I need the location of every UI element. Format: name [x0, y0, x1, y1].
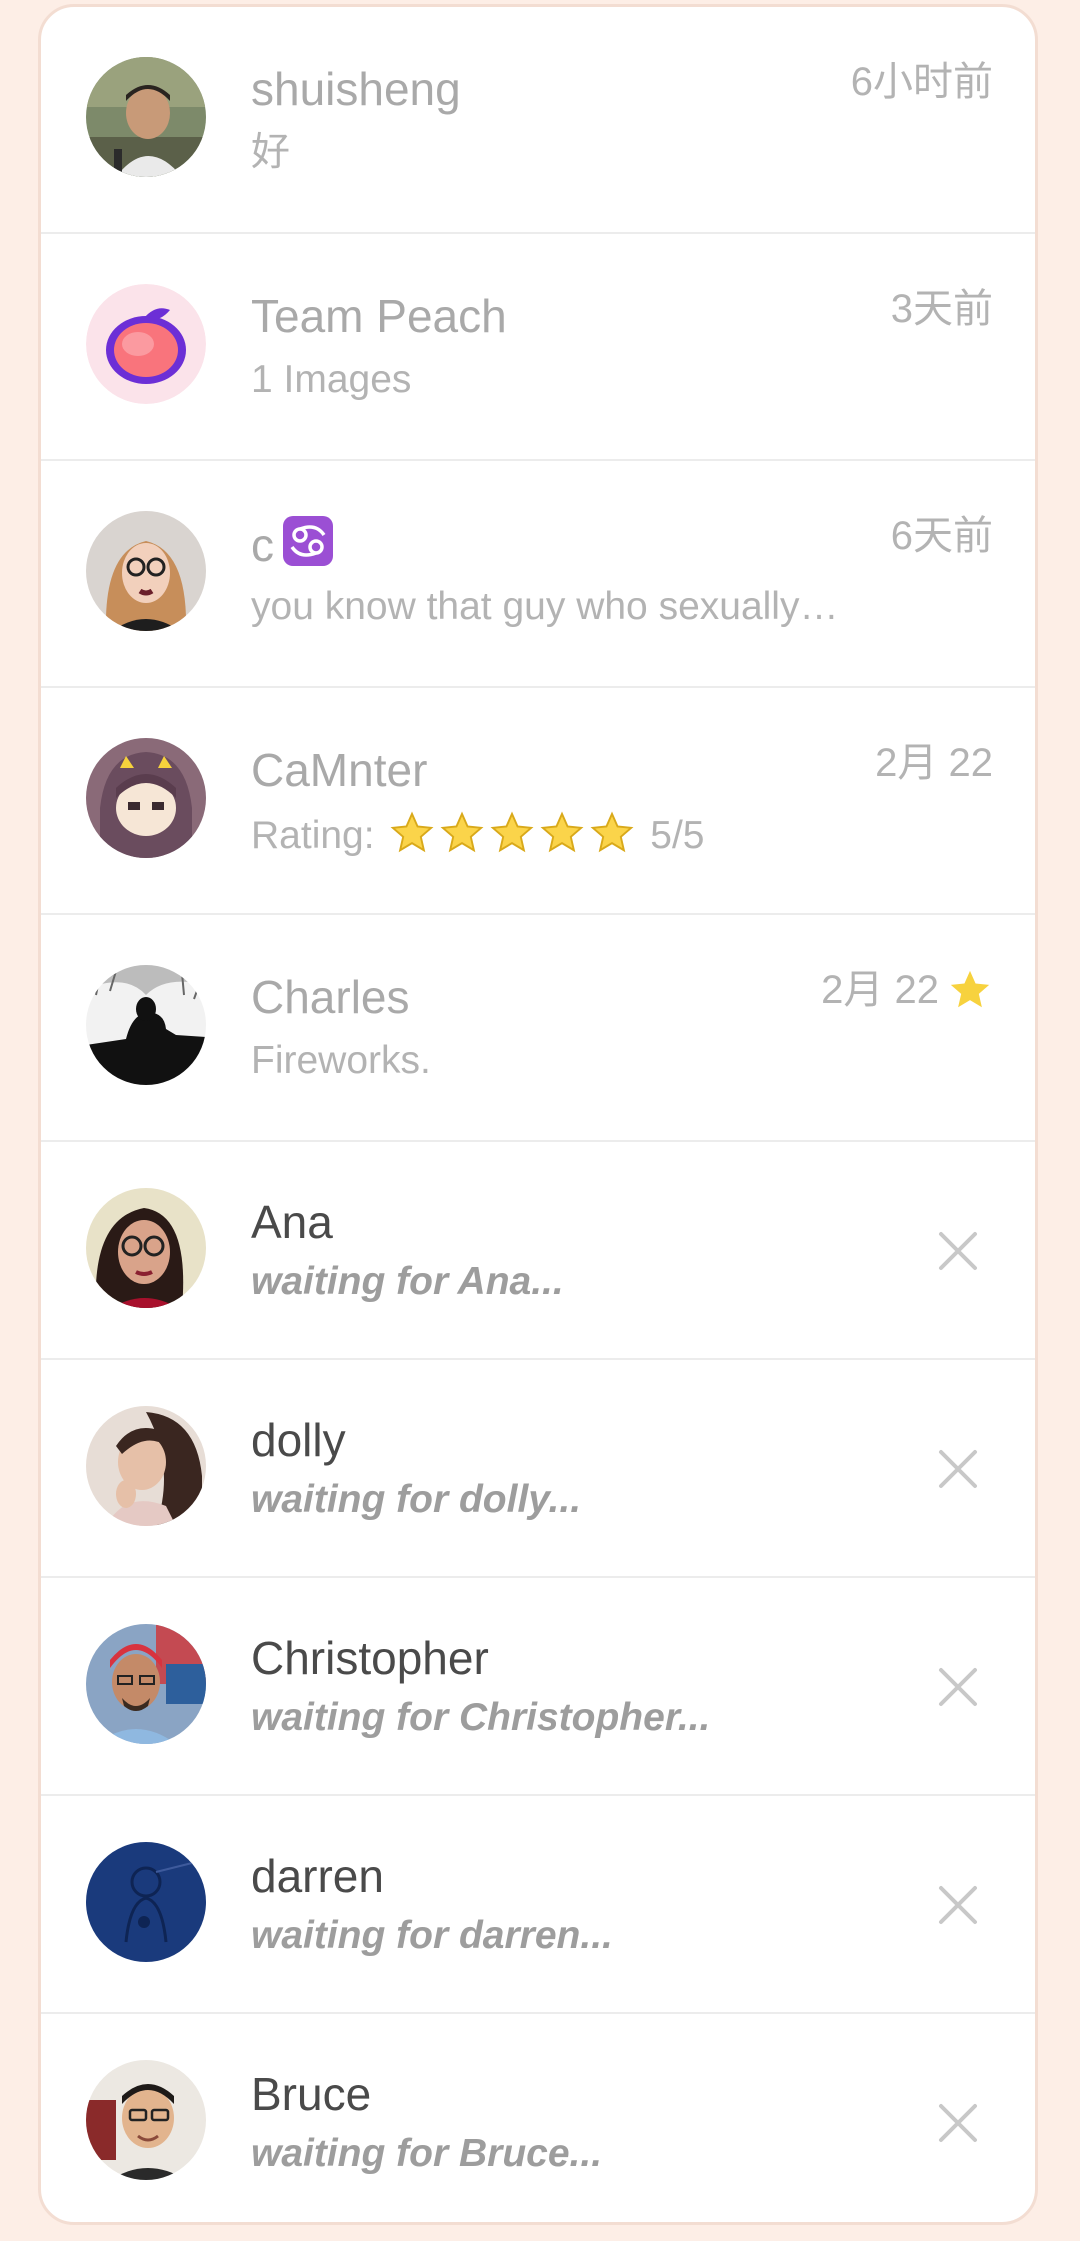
contact-name: dolly	[251, 1414, 346, 1466]
contact-name: Team Peach	[251, 290, 507, 342]
avatar[interactable]	[86, 57, 206, 177]
contact-name: Bruce	[251, 2068, 372, 2120]
rating-star-icon	[540, 811, 584, 853]
close-icon[interactable]	[933, 2098, 983, 2148]
avatar[interactable]	[86, 738, 206, 858]
timestamp: 6小时前	[850, 60, 993, 104]
message-preview: Rating: 5/5	[251, 810, 704, 860]
contact-name: CaMnter	[251, 744, 428, 796]
close-icon[interactable]	[933, 1226, 983, 1276]
contact-name: shuisheng	[251, 63, 461, 115]
contact-name: c	[251, 515, 334, 573]
avatar[interactable]	[86, 2060, 206, 2180]
message-preview: you know that guy who sexually…	[251, 585, 839, 628]
contact-name: darren	[251, 1850, 384, 1902]
avatar[interactable]	[86, 1624, 206, 1744]
pending-row-dolly[interactable]: dolly waiting for dolly...	[41, 1360, 1035, 1578]
contact-name: Ana	[251, 1196, 333, 1248]
conversation-list: shuisheng 好 6小时前 Team Peach 1 Images 3天前	[41, 7, 1035, 2222]
avatar[interactable]	[86, 511, 206, 631]
timestamp: 3天前	[890, 287, 993, 331]
close-icon[interactable]	[933, 1444, 983, 1494]
waiting-status: waiting for Bruce...	[251, 2132, 603, 2175]
avatar[interactable]	[86, 1188, 206, 1308]
timestamp: 6天前	[890, 514, 993, 558]
pending-row-darren[interactable]: darren waiting for darren...	[41, 1796, 1035, 2014]
conversation-row-charles[interactable]: Charles Fireworks. 2月 22	[41, 915, 1035, 1142]
cancer-zodiac-icon	[283, 516, 333, 566]
waiting-status: waiting for darren...	[251, 1914, 613, 1957]
pending-row-ana[interactable]: Ana waiting for Ana...	[41, 1142, 1035, 1360]
rating-star-icon	[590, 811, 634, 853]
contact-name: Charles	[251, 971, 410, 1023]
close-icon[interactable]	[933, 1880, 983, 1930]
contact-name: Christopher	[251, 1632, 489, 1684]
message-preview: 1 Images	[251, 358, 412, 401]
conversation-row-camnter[interactable]: CaMnter Rating: 5/5 2月 22	[41, 688, 1035, 915]
rating-star-icon	[390, 811, 434, 853]
timestamp: 2月 22	[875, 741, 993, 785]
close-icon[interactable]	[933, 1662, 983, 1712]
avatar[interactable]	[86, 965, 206, 1085]
rating-label: Rating:	[251, 814, 375, 857]
message-preview: 好	[251, 131, 291, 174]
rating-stars	[389, 810, 635, 856]
message-preview: Fireworks.	[251, 1039, 431, 1082]
conversation-list-card: shuisheng 好 6小时前 Team Peach 1 Images 3天前	[38, 4, 1038, 2225]
pending-row-bruce[interactable]: Bruce waiting for Bruce...	[41, 2014, 1035, 2222]
timestamp: 2月 22	[821, 965, 993, 1015]
avatar[interactable]	[86, 1406, 206, 1526]
rating-star-icon	[440, 811, 484, 853]
starred-star-icon	[950, 970, 990, 1008]
waiting-status: waiting for Ana...	[251, 1260, 564, 1303]
pending-row-christopher[interactable]: Christopher waiting for Christopher...	[41, 1578, 1035, 1796]
waiting-status: waiting for dolly...	[251, 1478, 582, 1521]
conversation-row-shuisheng[interactable]: shuisheng 好 6小时前	[41, 7, 1035, 234]
conversation-row-c[interactable]: c you know that guy who sexually… 6天前	[41, 461, 1035, 688]
rating-star-icon	[490, 811, 534, 853]
peach-logo-icon[interactable]	[86, 284, 206, 404]
waiting-status: waiting for Christopher...	[251, 1696, 711, 1739]
avatar[interactable]	[86, 1842, 206, 1962]
conversation-row-team-peach[interactable]: Team Peach 1 Images 3天前	[41, 234, 1035, 461]
rating-text: 5/5	[650, 814, 705, 857]
